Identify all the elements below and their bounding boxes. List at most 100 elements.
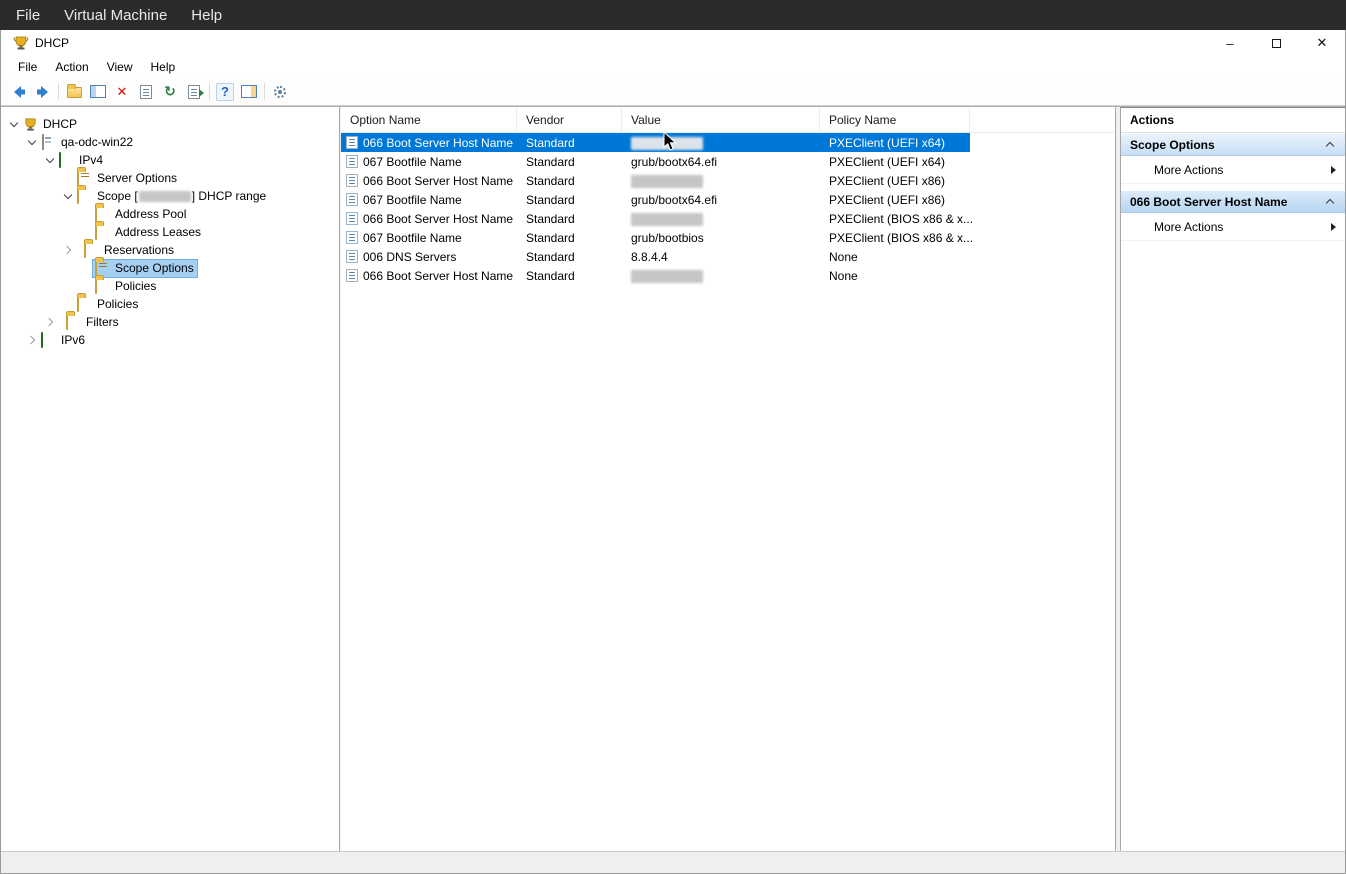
option-icon: [346, 269, 358, 282]
vm-menu-file[interactable]: File: [4, 0, 52, 30]
tree-item-dhcp-root[interactable]: DHCP: [1, 115, 339, 133]
menu-file[interactable]: File: [9, 57, 46, 77]
value-cell: [622, 173, 820, 187]
close-button[interactable]: ✕: [1299, 30, 1345, 56]
customize-button[interactable]: [268, 80, 292, 103]
maximize-button[interactable]: [1253, 30, 1299, 56]
tree-item-label: qa-odc-win22: [61, 135, 133, 149]
export-list-button[interactable]: [182, 80, 206, 103]
more-actions-item[interactable]: More Actions: [1121, 213, 1345, 241]
option-name: 067 Bootfile Name: [363, 155, 462, 169]
value-cell: 8.8.4.4: [622, 250, 820, 264]
back-icon: [11, 84, 27, 100]
chevron-right-icon[interactable]: [63, 245, 74, 256]
submenu-arrow-icon: [1331, 166, 1336, 174]
forward-button[interactable]: [31, 80, 55, 103]
table-row[interactable]: 066 Boot Server Host Name Standard PXECl…: [341, 171, 970, 190]
vm-menu-virtual-machine[interactable]: Virtual Machine: [52, 0, 179, 30]
value-cell: grub/bootx64.efi: [622, 193, 820, 207]
chevron-down-icon[interactable]: [9, 119, 20, 130]
chevron-down-icon[interactable]: [45, 155, 56, 166]
action-section-scope-options[interactable]: Scope Options: [1121, 133, 1345, 156]
tree-item-scope-options[interactable]: Scope Options: [1, 259, 339, 277]
tree-item-scope-policies[interactable]: Policies: [1, 277, 339, 295]
tree-item-ipv6[interactable]: IPv6: [1, 331, 339, 349]
help-icon: ?: [216, 83, 234, 101]
column-header-option-name[interactable]: Option Name: [341, 107, 517, 132]
list-header: Option Name Vendor Value Policy Name: [341, 107, 1115, 133]
option-icon: [346, 212, 358, 225]
tree-item-label: Address Leases: [115, 225, 201, 239]
menu-view[interactable]: View: [98, 57, 142, 77]
tree-item-ipv4[interactable]: IPv4: [1, 151, 339, 169]
chevron-right-icon[interactable]: [45, 317, 56, 328]
chevron-placeholder: [81, 209, 92, 220]
vendor-cell: Standard: [517, 193, 622, 207]
toolbar-separator: [209, 83, 210, 100]
column-header-vendor[interactable]: Vendor: [517, 107, 622, 132]
window-controls: – ✕: [1207, 30, 1345, 56]
table-row[interactable]: 067 Bootfile Name Standard grub/bootbios…: [341, 228, 970, 247]
vendor-cell: Standard: [517, 212, 622, 226]
tree-item-label: Scope [] DHCP range: [97, 189, 266, 203]
action-section-boot-server-host-name[interactable]: 066 Boot Server Host Name: [1121, 190, 1345, 213]
chevron-down-icon[interactable]: [27, 137, 38, 148]
chevron-up-icon[interactable]: [1326, 197, 1336, 207]
action-section-title: 066 Boot Server Host Name: [1130, 195, 1326, 209]
action-section-title: Scope Options: [1130, 138, 1326, 152]
table-row[interactable]: 066 Boot Server Host Name Standard PXECl…: [341, 133, 970, 152]
tree-item-address-pool[interactable]: Address Pool: [1, 205, 339, 223]
value-cell: [622, 268, 820, 282]
tree-item-scope[interactable]: Scope [] DHCP range: [1, 187, 339, 205]
up-one-level-button[interactable]: [62, 80, 86, 103]
tree-item-policies[interactable]: Policies: [1, 295, 339, 313]
more-actions-item[interactable]: More Actions: [1121, 156, 1345, 184]
help-button[interactable]: ?: [213, 80, 237, 103]
forward-icon: [35, 84, 51, 100]
tree-item-label: IPv4: [79, 153, 103, 167]
tree-item-reservations[interactable]: Reservations: [1, 241, 339, 259]
tree-item-label: IPv6: [61, 333, 85, 347]
tree-item-label: DHCP: [43, 117, 77, 131]
back-button[interactable]: [7, 80, 31, 103]
chevron-placeholder: [81, 263, 92, 274]
chevron-right-icon[interactable]: [27, 335, 38, 346]
table-row[interactable]: 067 Bootfile Name Standard grub/bootx64.…: [341, 190, 970, 209]
option-name: 066 Boot Server Host Name: [363, 174, 513, 188]
redacted-value: [631, 213, 703, 226]
folder-icon: [95, 279, 111, 294]
tree-item-filters[interactable]: Filters: [1, 313, 339, 331]
chevron-down-icon[interactable]: [63, 191, 74, 202]
tree-item-label: Policies: [97, 297, 138, 311]
table-row[interactable]: 006 DNS Servers Standard 8.8.4.4 None: [341, 247, 970, 266]
show-action-pane-button[interactable]: [237, 80, 261, 103]
minimize-button[interactable]: –: [1207, 30, 1253, 56]
table-row[interactable]: 067 Bootfile Name Standard grub/bootx64.…: [341, 152, 970, 171]
delete-button[interactable]: ✕: [110, 80, 134, 103]
menu-help[interactable]: Help: [142, 57, 185, 77]
chevron-placeholder: [63, 299, 74, 310]
refresh-button[interactable]: ↻: [158, 80, 182, 103]
policy-cell: None: [820, 250, 970, 264]
table-row[interactable]: 066 Boot Server Host Name Standard PXECl…: [341, 209, 970, 228]
actions-pane-title: Actions: [1121, 108, 1345, 133]
menu-action[interactable]: Action: [46, 57, 97, 77]
folder-icon: [66, 315, 82, 330]
chevron-up-icon[interactable]: [1326, 140, 1336, 150]
folder-icon: [77, 189, 93, 204]
table-row[interactable]: 066 Boot Server Host Name Standard None: [341, 266, 970, 285]
policy-cell: PXEClient (UEFI x86): [820, 193, 970, 207]
value-cell: grub/bootbios: [622, 231, 820, 245]
server-icon: [41, 135, 57, 150]
option-name: 067 Bootfile Name: [363, 193, 462, 207]
column-header-policy-name[interactable]: Policy Name: [820, 107, 970, 132]
option-name: 067 Bootfile Name: [363, 231, 462, 245]
show-console-tree-button[interactable]: [86, 80, 110, 103]
tree-item-server[interactable]: qa-odc-win22: [1, 133, 339, 151]
vm-menu-help[interactable]: Help: [179, 0, 234, 30]
tree-item-address-leases[interactable]: Address Leases: [1, 223, 339, 241]
tree-item-label: Address Pool: [115, 207, 186, 221]
tree-item-server-options[interactable]: Server Options: [1, 169, 339, 187]
properties-button[interactable]: [134, 80, 158, 103]
column-header-value[interactable]: Value: [622, 107, 820, 132]
